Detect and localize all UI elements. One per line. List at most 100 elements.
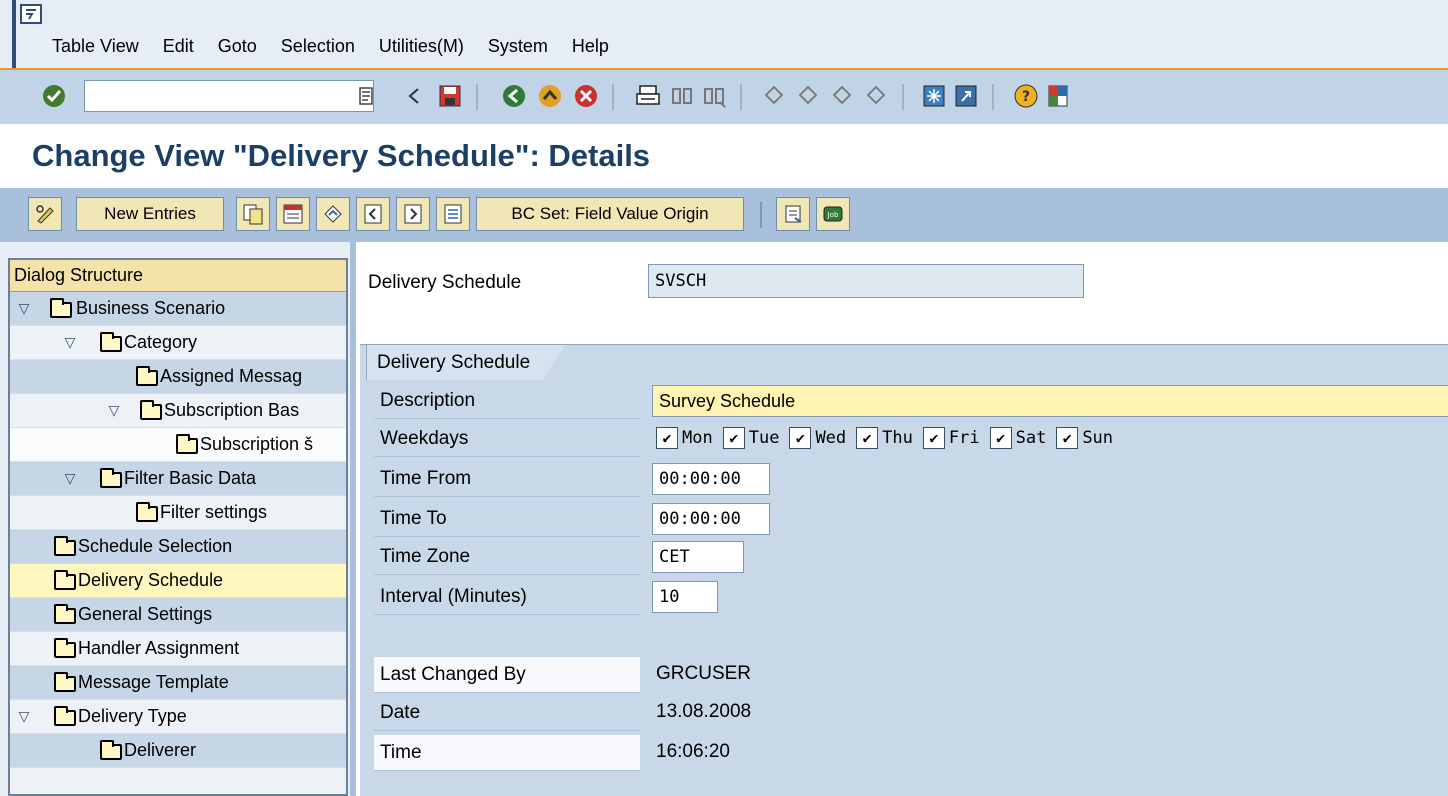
find-next-icon[interactable]: [700, 82, 728, 110]
menu-edit[interactable]: Edit: [163, 36, 194, 57]
expand-triangle-icon[interactable]: ▽: [16, 708, 32, 725]
display-change-button[interactable]: [28, 197, 62, 231]
checkbox-checked-icon[interactable]: ✔: [1056, 427, 1079, 449]
folder-icon: [50, 298, 72, 318]
create-session-icon[interactable]: [920, 82, 948, 110]
transport-button[interactable]: [776, 197, 810, 231]
tree-node-filter-basic-data[interactable]: ▽ Filter Basic Data: [10, 462, 346, 496]
time-zone-field[interactable]: CET: [652, 541, 744, 573]
interval-field[interactable]: 10: [652, 581, 718, 613]
tree-node-label: Filter settings: [160, 502, 268, 522]
undo-change-button[interactable]: [316, 197, 350, 231]
weekday-mon[interactable]: ✔ Mon: [656, 427, 713, 449]
layout-menu-icon[interactable]: [1044, 82, 1072, 110]
description-field[interactable]: Survey Schedule: [652, 385, 1448, 417]
weekday-label: Thu: [882, 428, 913, 448]
tree-node-general-settings[interactable]: General Settings: [10, 598, 346, 632]
select-all-button[interactable]: [436, 197, 470, 231]
enter-checkmark-icon[interactable]: [40, 82, 68, 110]
checkbox-checked-icon[interactable]: ✔: [656, 427, 678, 449]
dialog-structure-header: Dialog Structure: [10, 260, 346, 292]
folder-icon: [54, 536, 76, 556]
checkbox-checked-icon[interactable]: ✔: [989, 427, 1012, 449]
weekday-label: Sun: [1082, 428, 1114, 448]
time-from-field[interactable]: 00:00:00: [652, 463, 770, 495]
triangle-left-icon[interactable]: [400, 82, 428, 110]
copy-as-button[interactable]: [236, 197, 270, 231]
tree-node-deliverer[interactable]: Deliverer: [10, 734, 346, 768]
next-entry-button[interactable]: [396, 197, 430, 231]
tree-node-label: Business Scenario: [76, 298, 226, 318]
tree-node-schedule-selection[interactable]: Schedule Selection: [10, 530, 346, 564]
job-icon: Job: [823, 206, 843, 222]
weekday-sat[interactable]: ✔ Sat: [989, 427, 1046, 449]
print-icon[interactable]: [634, 82, 662, 110]
shortcut-icon[interactable]: [952, 82, 980, 110]
folder-icon: [136, 502, 158, 522]
find-icon[interactable]: [668, 82, 696, 110]
expand-triangle-icon[interactable]: ▽: [62, 334, 78, 351]
checkbox-checked-icon[interactable]: ✔: [856, 427, 879, 449]
last-page-icon[interactable]: [862, 82, 890, 110]
menu-help[interactable]: Help: [572, 36, 609, 57]
title-area: Change View "Delivery Schedule": Details: [0, 124, 1448, 188]
tree-node-assigned-messages[interactable]: Assigned Messaɡ: [10, 360, 346, 394]
date-value: 13.08.2008: [656, 701, 752, 722]
interval-label: Interval (Minutes): [374, 579, 640, 615]
tree-node-handler-assignment[interactable]: Handler Assignment: [10, 632, 346, 666]
weekday-tue[interactable]: ✔ Tue: [722, 427, 779, 449]
tree-node-category[interactable]: ▽ Category: [10, 326, 346, 360]
menu-selection[interactable]: Selection: [281, 36, 355, 57]
expand-triangle-icon[interactable]: ▽: [62, 470, 78, 487]
weekday-thu[interactable]: ✔ Thu: [856, 427, 913, 449]
system-menu-icon[interactable]: [20, 4, 42, 24]
back-icon[interactable]: [500, 82, 528, 110]
tree-node-delivery-type[interactable]: ▽ Delivery Type: [10, 700, 346, 734]
dialog-structure-panel: Dialog Structure ▽ Business Scenario ▽ C…: [0, 242, 356, 796]
new-entries-button[interactable]: New Entries: [76, 197, 224, 231]
expand-triangle-icon[interactable]: ▽: [16, 300, 32, 317]
command-history-icon[interactable]: [352, 82, 380, 110]
cancel-icon[interactable]: [572, 82, 600, 110]
weekday-fri[interactable]: ✔ Fri: [922, 427, 980, 449]
undo-icon: [324, 205, 342, 223]
standard-toolbar: ?: [0, 68, 1448, 124]
menu-table-view[interactable]: Table View: [52, 36, 139, 57]
job-button[interactable]: Job: [816, 197, 850, 231]
menu-goto[interactable]: Goto: [218, 36, 257, 57]
weekday-sun[interactable]: ✔ Sun: [1056, 427, 1113, 449]
bc-set-field-value-origin-button[interactable]: BC Set: Field Value Origin: [476, 197, 744, 231]
previous-page-icon[interactable]: [794, 82, 822, 110]
window-accent-bar: [12, 0, 16, 68]
menu-utilities[interactable]: Utilities(M): [379, 36, 464, 57]
pencil-glasses-icon: [36, 205, 54, 224]
tree-node-subscription-settings[interactable]: Subscription š: [10, 428, 346, 462]
command-field[interactable]: [84, 80, 374, 112]
checkbox-checked-icon[interactable]: ✔: [789, 427, 812, 449]
tree-node-business-scenario[interactable]: ▽ Business Scenario: [10, 292, 346, 326]
weekday-label: Mon: [682, 428, 713, 448]
next-page-icon[interactable]: [828, 82, 856, 110]
svg-text:Job: Job: [827, 211, 839, 219]
tree-node-delivery-schedule[interactable]: Delivery Schedule: [10, 564, 346, 598]
checkbox-checked-icon[interactable]: ✔: [922, 427, 945, 449]
first-page-icon[interactable]: [760, 82, 788, 110]
folder-icon: [100, 740, 122, 760]
time-to-field[interactable]: 00:00:00: [652, 503, 770, 535]
tree-node-message-template[interactable]: Message Template: [10, 666, 346, 700]
folder-icon: [140, 400, 162, 420]
expand-triangle-icon[interactable]: ▽: [106, 402, 122, 419]
weekdays-checkbox-group: ✔ Mon ✔ Tue ✔ Wed ✔ Thu ✔ Fri ✔ Sat ✔ Sun: [656, 427, 1117, 449]
menu-system[interactable]: System: [488, 36, 548, 57]
checkbox-checked-icon[interactable]: ✔: [722, 427, 745, 449]
group-title-tab: Delivery Schedule: [366, 344, 566, 380]
exit-icon[interactable]: [536, 82, 564, 110]
open-folder-icon: [54, 570, 76, 590]
tree-node-subscription-basic[interactable]: ▽ Subscription Bas: [10, 394, 346, 428]
tree-node-filter-settings[interactable]: Filter settings: [10, 496, 346, 530]
weekday-wed[interactable]: ✔ Wed: [789, 427, 846, 449]
delete-button[interactable]: [276, 197, 310, 231]
previous-entry-button[interactable]: [356, 197, 390, 231]
save-icon[interactable]: [436, 82, 464, 110]
help-icon[interactable]: ?: [1012, 82, 1040, 110]
